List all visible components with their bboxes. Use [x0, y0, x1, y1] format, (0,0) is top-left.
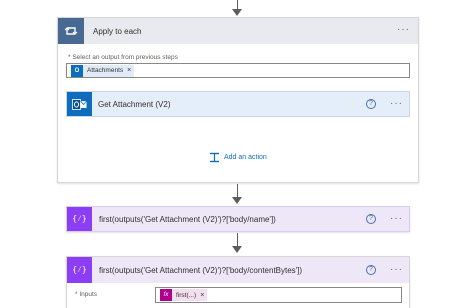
apply-to-each-title: Apply to each	[93, 26, 142, 36]
compose-icon: {⁄}	[67, 207, 92, 231]
remove-token-icon[interactable]: ×	[127, 67, 131, 74]
more-options-icon[interactable]: ···	[397, 25, 410, 35]
attachments-token[interactable]: O Attachments ×	[71, 64, 135, 77]
top-arrowhead	[232, 9, 242, 16]
outlook-icon	[67, 92, 92, 116]
loop-icon	[58, 18, 84, 44]
connector-2	[237, 184, 238, 198]
compose-name-title: first(outputs('Get Attachment (V2)')?['b…	[99, 215, 276, 224]
apply-to-each-header[interactable]: Apply to each ···	[58, 18, 418, 44]
inputs-label: * Inputs	[75, 291, 98, 298]
get-attachment-card[interactable]: Get Attachment (V2) ? ···	[66, 91, 410, 117]
select-output-field[interactable]: O Attachments ×	[66, 63, 410, 78]
get-attachment-title: Get Attachment (V2)	[98, 100, 171, 109]
help-icon[interactable]: ?	[366, 214, 376, 224]
compose-content-title: first(outputs('Get Attachment (V2)')?['b…	[99, 265, 303, 275]
compose-icon: {⁄}	[67, 257, 92, 283]
help-icon[interactable]: ?	[366, 265, 376, 275]
help-icon[interactable]: ?	[366, 99, 376, 109]
more-options-icon[interactable]: ···	[390, 99, 403, 109]
add-action-label: Add an action	[224, 154, 267, 161]
first-expression-label: first(...)	[176, 291, 197, 299]
arrowhead-3	[232, 246, 242, 253]
fx-icon: fx	[160, 289, 172, 301]
add-action-icon	[210, 152, 219, 163]
attachments-token-label: Attachments	[87, 67, 124, 74]
compose-content-card[interactable]: {⁄} first(outputs('Get Attachment (V2)')…	[66, 256, 410, 308]
apply-to-each-card[interactable]: Apply to each ··· * Select an output fro…	[57, 17, 419, 183]
arrowhead-2	[232, 197, 242, 204]
add-action-button[interactable]: Add an action	[209, 152, 267, 163]
compose-content-header[interactable]: {⁄} first(outputs('Get Attachment (V2)')…	[67, 257, 409, 283]
remove-token-icon[interactable]: ×	[200, 292, 204, 299]
compose-name-card[interactable]: {⁄} first(outputs('Get Attachment (V2)')…	[66, 206, 410, 232]
select-output-label: * Select an output from previous steps	[68, 54, 178, 61]
outlook-token-icon: O	[71, 64, 83, 77]
inputs-field[interactable]: fx first(...) ×	[155, 287, 402, 303]
connector-3	[237, 233, 238, 247]
more-options-icon[interactable]: ···	[390, 265, 403, 275]
more-options-icon[interactable]: ···	[390, 214, 403, 224]
first-expression-token[interactable]: fx first(...) ×	[160, 289, 208, 301]
